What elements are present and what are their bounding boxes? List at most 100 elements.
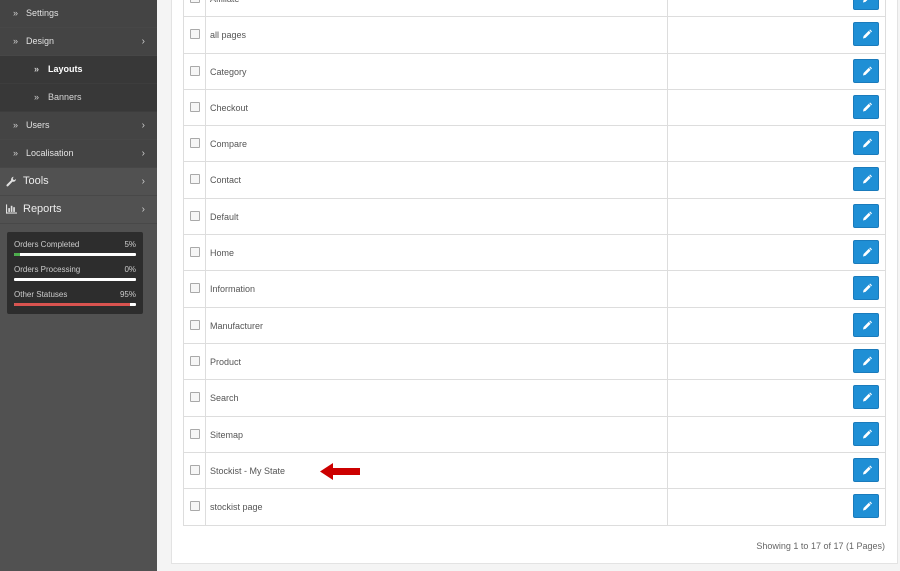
chevron-right-icon: ›: [141, 120, 145, 131]
layout-name: Product: [210, 356, 242, 367]
pencil-icon: [863, 465, 872, 475]
edit-button[interactable]: [853, 22, 879, 47]
pencil-icon: [863, 501, 872, 511]
status-percent: 95%: [119, 290, 136, 299]
edit-button[interactable]: [853, 385, 879, 410]
status-label: Orders Processing: [14, 265, 81, 274]
sidebar-item-banners[interactable]: » Banners: [0, 84, 157, 112]
pencil-icon: [863, 102, 872, 112]
pencil-icon: [863, 66, 872, 76]
table-row: Compare: [184, 126, 885, 163]
double-chevron-right-icon: »: [13, 36, 19, 46]
edit-button[interactable]: [853, 203, 879, 228]
progress-fill: [14, 253, 21, 256]
row-checkbox[interactable]: [190, 210, 200, 221]
row-checkbox[interactable]: [190, 101, 200, 112]
layout-name: Sitemap: [210, 429, 244, 440]
table-row: Search: [184, 380, 885, 417]
layout-name: all pages: [210, 30, 247, 41]
progress-bar: [14, 253, 136, 256]
sidebar-item-settings[interactable]: » Settings: [0, 0, 157, 28]
edit-button[interactable]: [853, 131, 879, 156]
table-row: Product: [184, 343, 885, 381]
row-checkbox[interactable]: [190, 247, 200, 258]
layouts-panel: Affiliate all pages Category Checkout Co: [171, 0, 898, 564]
sidebar-item-tools[interactable]: Tools ›: [0, 168, 157, 196]
pencil-icon: [863, 0, 868, 3]
row-checkbox[interactable]: [190, 65, 200, 76]
sidebar: » Settings » Design › » Layouts » Banner…: [0, 0, 157, 571]
progress-bar: [14, 278, 136, 281]
sidebar-item-layouts[interactable]: » Layouts: [0, 56, 157, 84]
row-checkbox[interactable]: [190, 138, 200, 149]
table-row: Default: [184, 198, 885, 236]
pencil-icon: [863, 247, 872, 257]
row-checkbox[interactable]: [190, 355, 200, 366]
double-chevron-right-icon: »: [13, 120, 19, 130]
order-status-panel: Orders Completed 5% Orders Processing 0%…: [7, 232, 143, 314]
layout-name: Compare: [210, 139, 248, 150]
double-chevron-right-icon: »: [13, 8, 19, 18]
sidebar-item-label: Banners: [48, 92, 82, 102]
sidebar-item-users[interactable]: » Users ›: [0, 112, 157, 140]
row-checkbox[interactable]: [190, 392, 200, 403]
row-checkbox[interactable]: [190, 174, 200, 185]
edit-button[interactable]: [853, 240, 879, 265]
row-checkbox[interactable]: [190, 0, 200, 3]
pencil-icon: [863, 174, 872, 184]
sidebar-item-label: Layouts: [48, 64, 83, 74]
pencil-icon: [863, 392, 872, 402]
layout-name: Affiliate: [210, 0, 239, 17]
table-row: Contact: [184, 162, 885, 199]
edit-button[interactable]: [853, 457, 879, 482]
table-row: all pages: [184, 17, 885, 54]
edit-button[interactable]: [853, 312, 879, 337]
pencil-icon: [863, 29, 872, 39]
sidebar-item-label: Reports: [23, 203, 62, 215]
row-checkbox[interactable]: [190, 29, 200, 40]
layout-name: Stockist - My State: [210, 465, 286, 476]
sidebar-item-label: Settings: [26, 8, 59, 18]
edit-button[interactable]: [853, 94, 879, 119]
row-checkbox[interactable]: [190, 464, 200, 475]
table-row: Checkout: [184, 89, 885, 127]
edit-button[interactable]: [853, 494, 879, 519]
progress-fill: [14, 303, 130, 306]
sidebar-item-label: Tools: [23, 175, 49, 187]
row-checkbox[interactable]: [190, 501, 200, 512]
sidebar-item-reports[interactable]: Reports ›: [0, 196, 157, 224]
edit-button[interactable]: [853, 276, 879, 301]
table-row: Sitemap: [184, 416, 885, 453]
pencil-icon: [863, 320, 872, 330]
edit-button[interactable]: [853, 167, 879, 192]
sidebar-menu: » Settings » Design › » Layouts » Banner…: [0, 0, 157, 224]
sidebar-item-label: Localisation: [26, 148, 74, 158]
edit-button[interactable]: [853, 348, 879, 373]
layout-name: Default: [210, 211, 239, 222]
chevron-right-icon: ›: [141, 176, 145, 187]
row-checkbox[interactable]: [190, 319, 200, 330]
edit-button[interactable]: [853, 58, 879, 83]
main-content: Affiliate all pages Category Checkout Co: [157, 0, 900, 571]
double-chevron-right-icon: »: [34, 92, 40, 102]
layout-name: Manufacturer: [210, 320, 264, 331]
status-percent: 5%: [124, 240, 136, 249]
row-checkbox[interactable]: [190, 283, 200, 294]
bar-chart-icon: [4, 196, 18, 223]
sidebar-item-design[interactable]: » Design ›: [0, 28, 157, 56]
edit-button[interactable]: [853, 421, 879, 446]
progress-bar: [14, 303, 136, 306]
double-chevron-right-icon: »: [34, 64, 40, 74]
layout-name: stockist page: [210, 502, 263, 513]
pencil-icon: [863, 356, 872, 366]
table-row: Manufacturer: [184, 307, 885, 344]
sidebar-item-label: Design: [26, 36, 55, 46]
row-checkbox[interactable]: [190, 428, 200, 439]
pencil-icon: [863, 138, 872, 148]
edit-button[interactable]: [853, 0, 879, 10]
wrench-icon: [4, 168, 18, 195]
double-chevron-right-icon: »: [13, 148, 19, 158]
layout-name: Home: [210, 248, 235, 259]
table-row: Affiliate: [184, 0, 885, 18]
sidebar-item-localisation[interactable]: » Localisation ›: [0, 140, 157, 168]
